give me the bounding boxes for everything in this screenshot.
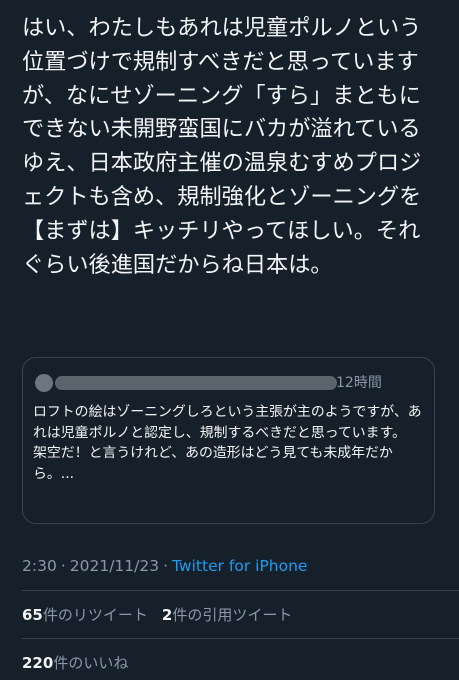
tweet-text: はい、わたしもあれは児童ポルノという位置づけで規制すべきだと思っていますが、なに… (22, 15, 422, 278)
meta-separator: · (60, 557, 66, 575)
retweets-count: 65 (22, 606, 43, 624)
redacted-username (55, 376, 337, 390)
retweets-label: 件のリツイート (42, 606, 148, 624)
quoted-tweet-card[interactable]: 12時間 ロフトの絵はゾーニングしろという主張が主のようですが、あれは児童ポルノ… (22, 357, 435, 524)
retweets-stat[interactable]: 65件のリツイート (22, 606, 148, 624)
avatar[interactable] (35, 374, 53, 392)
likes-stat[interactable]: 220件のいいね (22, 654, 128, 672)
tweet-source-link[interactable]: Twitter for iPhone (172, 557, 307, 575)
divider (22, 590, 459, 591)
tweet-date[interactable]: 2021/11/23 (70, 557, 159, 575)
engagement-stats-row: 65件のリツイート 2件の引用ツイート (22, 604, 306, 626)
quotes-label: 件の引用ツイート (172, 606, 293, 624)
likes-stats-row: 220件のいいね (22, 652, 142, 674)
quoted-tweet-header: 12時間 (33, 372, 433, 394)
quotes-stat[interactable]: 2件の引用ツイート (162, 606, 292, 624)
tweet-metadata: 2:30 · 2021/11/23 · Twitter for iPhone (22, 555, 307, 577)
likes-count: 220 (22, 654, 54, 672)
meta-separator-2: · (163, 557, 169, 575)
likes-label: 件のいいね (53, 654, 129, 672)
quoted-tweet-text: ロフトの絵はゾーニングしろという主張が主のようですが、あれは児童ポルノと認定し、… (33, 404, 422, 482)
quoted-tweet-time[interactable]: 12時間 (336, 373, 382, 393)
tweet-time[interactable]: 2:30 (22, 557, 57, 575)
quotes-count: 2 (161, 606, 173, 624)
divider-2 (22, 638, 459, 639)
